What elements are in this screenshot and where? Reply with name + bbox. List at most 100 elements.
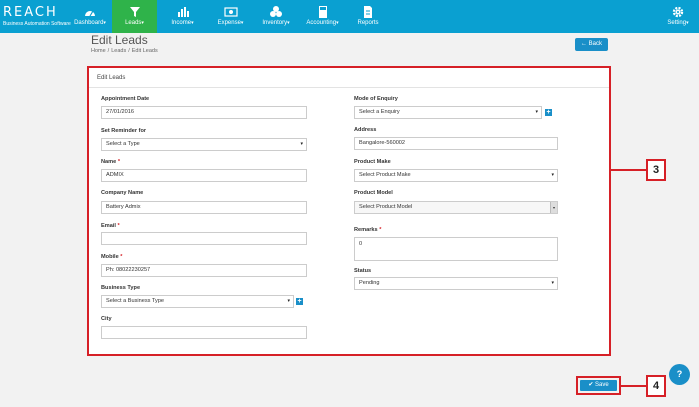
appointment-date-field[interactable]: 27/01/2016 xyxy=(101,106,307,119)
callout-connector xyxy=(621,385,646,387)
breadcrumb-separator: / xyxy=(107,48,110,54)
breadcrumb-home[interactable]: Home xyxy=(91,48,106,54)
nav-label: Income xyxy=(171,20,192,26)
divider xyxy=(89,87,609,88)
breadcrumb-current: Edit Leads xyxy=(131,48,158,54)
chevron-down-icon: ▾ xyxy=(240,20,244,26)
address-field[interactable]: Bangalore-560002 xyxy=(354,137,558,150)
remarks-label-text: Remarks xyxy=(354,227,378,233)
save-button[interactable]: ✔ Save xyxy=(580,380,617,391)
email-label: Email * xyxy=(101,223,120,229)
add-business-type-button[interactable]: + xyxy=(296,298,303,305)
name-label: Name * xyxy=(101,159,120,165)
edit-leads-form-panel: Edit Leads Appointment Date 27/01/2016 S… xyxy=(87,66,611,356)
city-label: City xyxy=(101,316,112,322)
page-title: Edit Leads xyxy=(91,33,148,47)
breadcrumb-leads[interactable]: Leads xyxy=(111,48,126,54)
reminder-value: Select a Type xyxy=(106,141,140,147)
nav-dashboard[interactable]: Dashboard▾ xyxy=(70,0,110,33)
nav-label: Reports xyxy=(357,20,379,26)
logo-tagline: Business Automation Software xyxy=(3,21,71,27)
status-select[interactable]: Pending ▾ xyxy=(354,277,558,290)
product-make-label: Product Make xyxy=(354,159,391,165)
dashboard-icon xyxy=(83,6,97,18)
mobile-label: Mobile * xyxy=(101,254,122,260)
mobile-label-text: Mobile xyxy=(101,254,119,260)
nav-leads[interactable]: Leads▾ xyxy=(112,0,157,33)
gear-icon xyxy=(671,6,685,18)
breadcrumb-separator: / xyxy=(128,48,130,54)
nav-expense[interactable]: Expense▾ xyxy=(208,0,253,33)
product-model-label: Product Model xyxy=(354,190,393,196)
name-field[interactable]: ADMIX xyxy=(101,169,307,182)
chevron-down-icon: ▾ xyxy=(551,280,554,286)
logo-brand: REACH xyxy=(3,5,58,20)
company-name-label: Company Name xyxy=(101,190,144,196)
breadcrumb: Home / Leads / Edit Leads xyxy=(91,48,160,54)
panel-title: Edit Leads xyxy=(97,75,126,81)
business-type-value: Select a Business Type xyxy=(106,298,165,304)
appointment-date-label: Appointment Date xyxy=(101,96,150,102)
chevron-down-icon: ▾ xyxy=(300,141,303,147)
email-field[interactable] xyxy=(101,232,307,245)
enquiry-mode-label: Mode of Enquiry xyxy=(354,96,398,102)
callout-save: 4 xyxy=(646,375,666,397)
nav-label: Setting xyxy=(667,20,687,26)
status-label: Status xyxy=(354,268,372,274)
back-button[interactable]: ← Back xyxy=(575,38,608,51)
product-make-select[interactable]: Select Product Make ▾ xyxy=(354,169,558,182)
accounting-icon xyxy=(316,6,330,18)
chevron-down-icon: ▾ xyxy=(287,298,290,304)
name-label-text: Name xyxy=(101,159,117,165)
city-field[interactable] xyxy=(101,326,307,339)
top-navigation-bar: REACH Business Automation Software Dashb… xyxy=(0,0,699,33)
nav-label: Accounting xyxy=(306,20,337,26)
business-type-select[interactable]: Select a Business Type ▾ xyxy=(101,295,294,308)
callout-connector xyxy=(611,169,646,171)
remarks-textarea[interactable]: 0 xyxy=(354,237,558,261)
income-icon xyxy=(176,6,190,18)
mobile-field[interactable]: Ph: 08022230257 xyxy=(101,264,307,277)
company-name-field[interactable]: Battery Admix xyxy=(101,201,307,214)
chevron-down-icon: ▾ xyxy=(103,20,106,26)
nav-label: Expense xyxy=(217,20,241,26)
reports-icon xyxy=(361,6,375,18)
nav-setting[interactable]: Setting▾ xyxy=(660,0,696,33)
app-logo[interactable]: REACH Business Automation Software xyxy=(3,6,73,30)
chevron-down-icon: ▾ xyxy=(535,109,538,115)
required-asterisk: * xyxy=(117,223,120,229)
product-model-value: Select Product Model xyxy=(359,204,413,210)
chevron-down-icon: ▾ xyxy=(191,20,194,26)
nav-inventory[interactable]: Inventory▾ xyxy=(256,0,296,33)
chevron-down-icon: ▾ xyxy=(141,20,144,26)
required-asterisk: * xyxy=(117,159,120,165)
status-value: Pending xyxy=(359,280,380,286)
remarks-label: Remarks * xyxy=(354,227,381,233)
nav-label: Leads xyxy=(125,20,142,26)
product-model-select[interactable]: Select Product Model ▾ xyxy=(354,201,558,214)
nav-income[interactable]: Income▾ xyxy=(160,0,205,33)
nav-accounting[interactable]: Accounting▾ xyxy=(300,0,345,33)
reminder-label: Set Reminder for xyxy=(101,128,147,134)
enquiry-mode-select[interactable]: Select a Enquiry ▾ xyxy=(354,106,542,119)
required-asterisk: * xyxy=(120,254,123,260)
chevron-down-icon: ▾ xyxy=(686,20,689,26)
nav-reports[interactable]: Reports xyxy=(350,0,386,33)
nav-label: Dashboard xyxy=(74,20,104,26)
enquiry-mode-value: Select a Enquiry xyxy=(359,109,400,115)
reminder-select[interactable]: Select a Type ▾ xyxy=(101,138,307,151)
business-type-label: Business Type xyxy=(101,285,141,291)
callout-form: 3 xyxy=(646,159,666,181)
inventory-icon xyxy=(269,6,283,18)
chevron-down-icon: ▾ xyxy=(336,20,339,26)
chevron-down-icon: ▾ xyxy=(550,202,557,213)
expense-icon xyxy=(223,6,238,18)
chevron-down-icon: ▾ xyxy=(287,20,290,26)
email-label-text: Email xyxy=(101,223,116,229)
nav-label: Inventory xyxy=(262,20,288,26)
chevron-down-icon: ▾ xyxy=(551,172,554,178)
product-make-value: Select Product Make xyxy=(359,172,411,178)
help-chat-button[interactable]: ? xyxy=(669,364,690,385)
add-enquiry-button[interactable]: + xyxy=(545,109,552,116)
save-highlight: ✔ Save xyxy=(576,376,621,395)
